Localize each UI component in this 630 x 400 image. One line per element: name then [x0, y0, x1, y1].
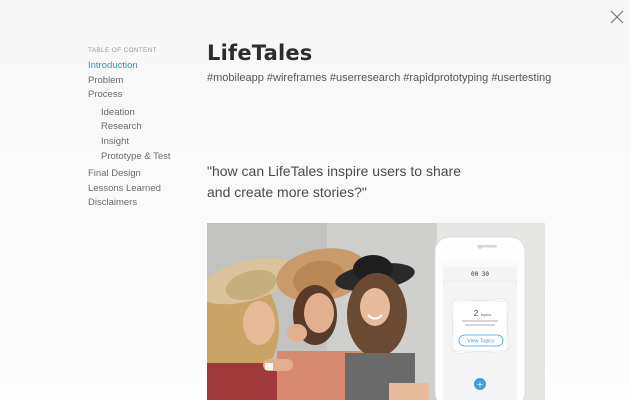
table-of-contents: TABLE OF CONTENT Introduction Problem Pr… [88, 47, 198, 211]
project-tags: #mobileapp #wireframes #userresearch #ra… [207, 72, 552, 84]
topics-word: topics [481, 312, 491, 317]
topics-count: 2 [474, 309, 479, 318]
toc-item-prototype-test[interactable]: Prototype & Test [88, 150, 198, 165]
project-question: "how can LifeTales inspire users to shar… [207, 163, 461, 200]
toc-item-disclaimers[interactable]: Disclaimers [88, 196, 198, 211]
phone-timer: 00 30 [471, 271, 489, 278]
plus-icon: + [477, 380, 484, 389]
toc-item-lessons-learned[interactable]: Lessons Learned [88, 182, 198, 197]
close-icon[interactable] [608, 8, 626, 26]
close-button[interactable] [608, 8, 626, 26]
toc-item-insight[interactable]: Insight [88, 135, 198, 150]
hero-illustration: 00 30 2 topics View Topics + [207, 223, 545, 400]
view-topics-label: View Topics [467, 339, 495, 345]
toc-item-problem[interactable]: Problem [88, 74, 198, 89]
toc-heading: TABLE OF CONTENT [88, 47, 157, 54]
phone-mockup: 00 30 2 topics View Topics + [434, 236, 526, 400]
hero-image: 00 30 2 topics View Topics + [207, 223, 545, 400]
toc-item-final-design[interactable]: Final Design [88, 167, 198, 182]
toc-item-process[interactable]: Process [88, 88, 198, 103]
toc-item-research[interactable]: Research [88, 120, 198, 135]
toc-item-introduction[interactable]: Introduction [88, 59, 198, 74]
toc-item-ideation[interactable]: Ideation [88, 106, 198, 121]
page-title: LifeTales [207, 41, 313, 65]
